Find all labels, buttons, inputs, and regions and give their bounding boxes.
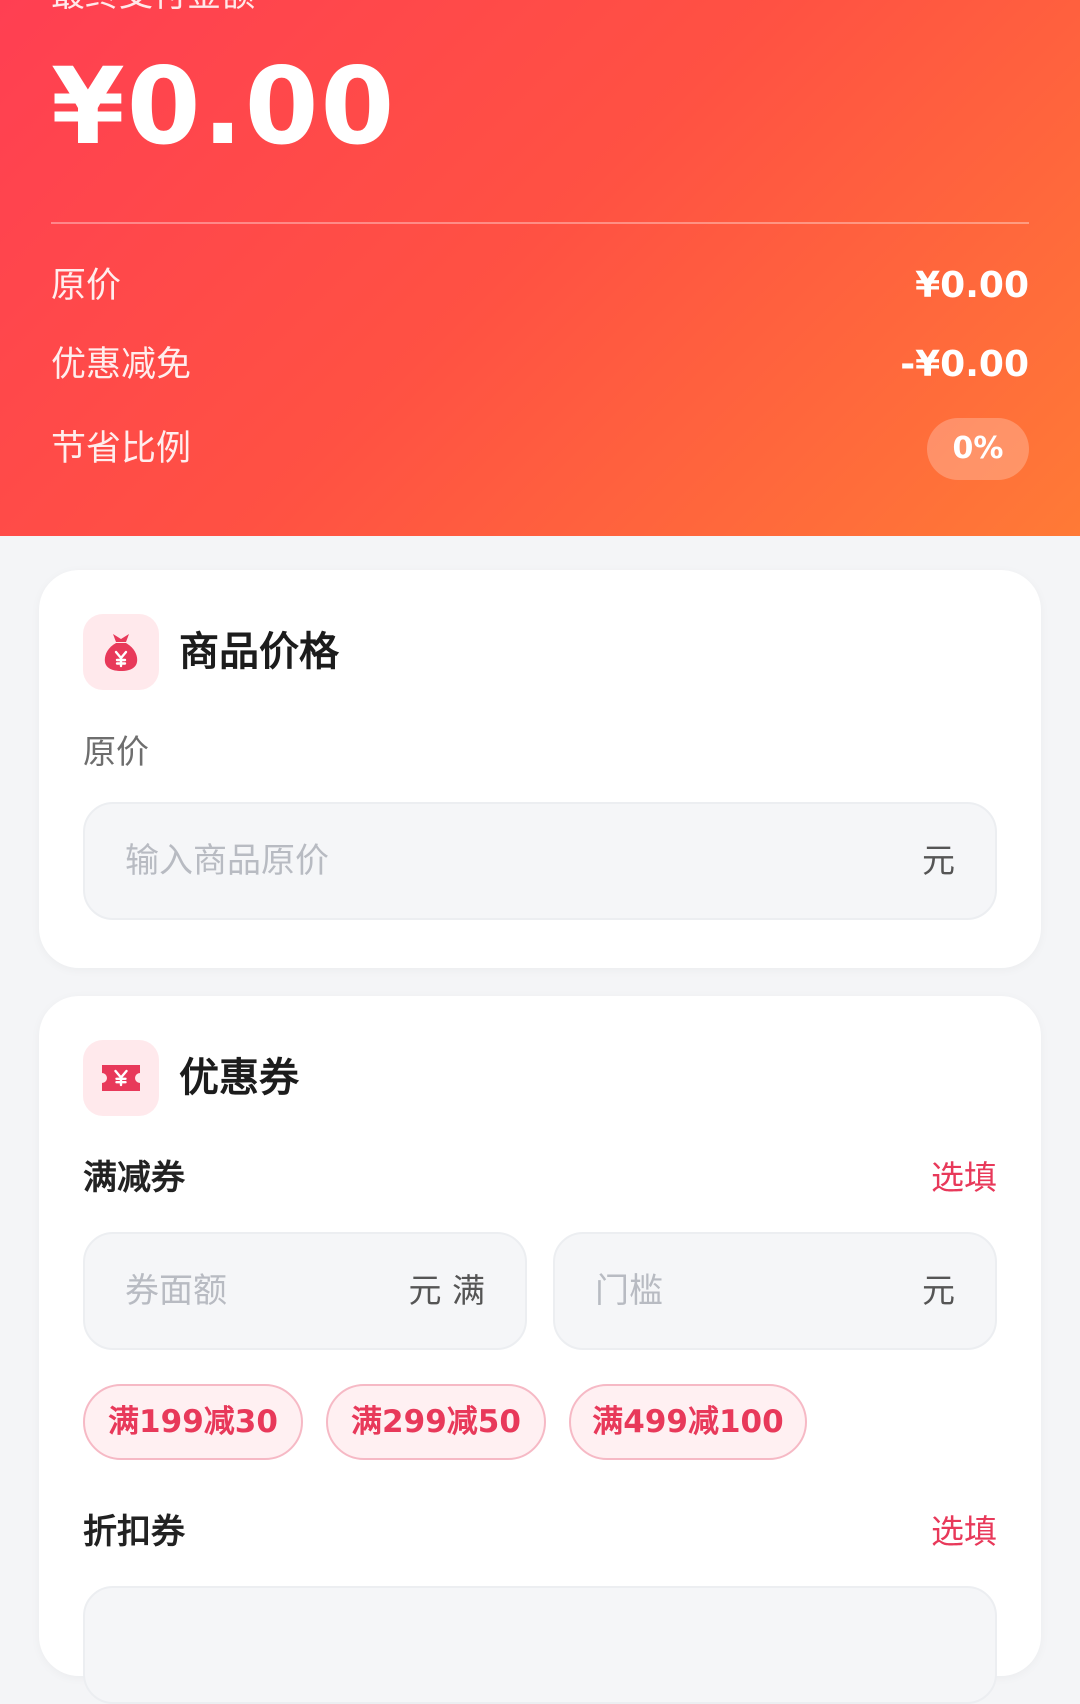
product-price-title: 商品价格 [179, 629, 339, 675]
original-price-unit: 元 [922, 841, 955, 880]
coupon-threshold-input[interactable] [595, 1234, 885, 1348]
preset-chip-299-50[interactable]: 满299减50 [326, 1384, 546, 1460]
discount-row: 优惠减免 -¥0.00 [51, 340, 1029, 390]
coupon-amount-input-box[interactable]: 元 满 [83, 1232, 527, 1350]
full-reduction-optional: 选填 [931, 1158, 997, 1197]
coupon-card: 优惠券 满减券 选填 元 满 元 满199减30 满299减50 满499减10… [39, 996, 1041, 1704]
preset-chip-199-30[interactable]: 满199减30 [83, 1384, 303, 1460]
savings-rate-badge: 0% [927, 418, 1029, 480]
ticket-icon [83, 1040, 159, 1116]
coupon-amount-unit: 元 满 [408, 1271, 486, 1310]
preset-chip-499-100[interactable]: 满499减100 [569, 1384, 807, 1460]
header-divider [51, 222, 1029, 224]
discount-coupon-label: 折扣券 [83, 1512, 185, 1552]
original-price-label: 原价 [51, 266, 122, 306]
full-reduction-label: 满减券 [83, 1158, 185, 1198]
coupon-title: 优惠券 [179, 1055, 299, 1101]
summary-header: 最终支付金额 ¥0.00 原价 ¥0.00 优惠减免 -¥0.00 节省比例 0… [0, 0, 1080, 536]
product-price-card: 商品价格 原价 元 [39, 570, 1041, 968]
original-price-value: ¥0.00 [915, 265, 1029, 306]
discount-coupon-optional: 选填 [931, 1512, 997, 1551]
savings-rate-row: 节省比例 0% [51, 418, 1029, 480]
original-price-input[interactable] [125, 804, 865, 918]
money-bag-icon [83, 614, 159, 690]
discount-value: -¥0.00 [900, 344, 1029, 385]
original-price-input-box[interactable]: 元 [83, 802, 997, 920]
savings-rate-label: 节省比例 [51, 429, 192, 469]
coupon-threshold-unit: 元 [922, 1271, 955, 1310]
final-amount-label: 最终支付金额 [51, 0, 255, 12]
final-amount-value: ¥0.00 [51, 45, 397, 168]
ticket-icon-glyph [102, 1065, 140, 1091]
discount-label: 优惠减免 [51, 345, 192, 385]
discount-input-box-partial[interactable] [83, 1586, 997, 1704]
original-price-row: 原价 ¥0.00 [51, 261, 1029, 311]
money-bag-icon-glyph [104, 634, 138, 671]
coupon-threshold-input-box[interactable]: 元 [553, 1232, 997, 1350]
original-price-field-label: 原价 [83, 732, 149, 771]
coupon-amount-input[interactable] [125, 1234, 375, 1348]
